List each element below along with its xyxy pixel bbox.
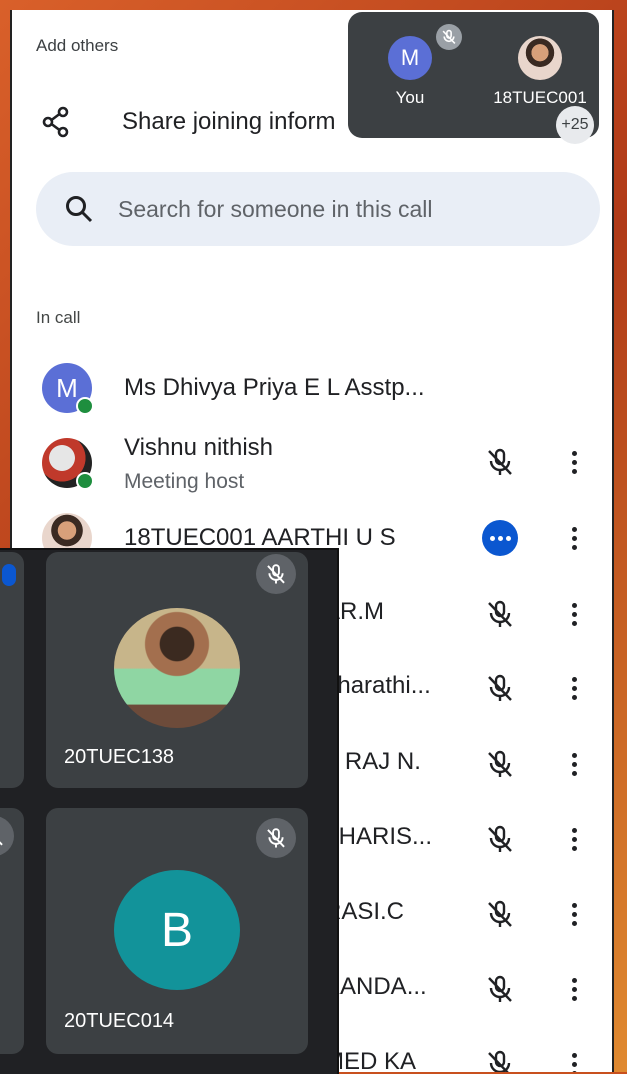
tile-participant-name: 20TUEC014 bbox=[64, 1010, 175, 1032]
avatar bbox=[114, 608, 240, 728]
avatar-initial: M bbox=[400, 45, 420, 70]
avatar-initial: B bbox=[160, 903, 193, 957]
share-icon bbox=[36, 102, 76, 142]
mic-off-icon bbox=[482, 596, 518, 632]
avatar: M bbox=[42, 363, 94, 415]
video-grid: 20TUEC138 B 20TUEC014 bbox=[0, 548, 339, 1074]
mic-off-icon bbox=[436, 24, 462, 50]
more-options-button[interactable] bbox=[562, 596, 586, 632]
more-options-button[interactable] bbox=[562, 670, 586, 706]
participant-name: THARIS... bbox=[324, 823, 433, 850]
video-tile[interactable]: B 20TUEC014 bbox=[46, 808, 308, 1054]
participant-row[interactable]: M Ms Dhivya Priya E L Asstp... bbox=[12, 356, 612, 420]
avatar: M bbox=[388, 36, 432, 80]
mic-off-icon bbox=[482, 1046, 518, 1072]
avatar bbox=[42, 438, 94, 490]
pip-self-label: You bbox=[395, 88, 425, 107]
search-input[interactable] bbox=[116, 194, 560, 224]
participant-name: Vishnu nithish bbox=[124, 434, 273, 461]
speaking-indicator bbox=[2, 564, 16, 586]
participant-name: bharathi... bbox=[324, 672, 431, 699]
more-options-button[interactable] bbox=[562, 746, 586, 782]
in-call-heading: In call bbox=[36, 308, 81, 327]
pip-participant-tile: 18TUEC001 bbox=[488, 36, 592, 108]
participant-role: Meeting host bbox=[124, 470, 245, 493]
mic-off-icon bbox=[482, 444, 518, 480]
more-options-button[interactable] bbox=[562, 1046, 586, 1072]
online-indicator bbox=[76, 397, 94, 415]
participant-name: KANDA... bbox=[324, 973, 427, 1000]
more-options-button[interactable] bbox=[562, 444, 586, 480]
mic-off-icon bbox=[482, 896, 518, 932]
extra-participants-badge: +25 bbox=[556, 106, 594, 144]
online-indicator bbox=[76, 472, 94, 490]
more-options-button[interactable] bbox=[562, 971, 586, 1007]
mic-off-icon bbox=[482, 821, 518, 857]
video-tile bbox=[0, 552, 24, 788]
mic-off-icon bbox=[256, 554, 296, 594]
share-joining-info-button[interactable]: Share joining inform bbox=[36, 100, 335, 144]
mic-off-icon bbox=[482, 971, 518, 1007]
more-options-button[interactable] bbox=[562, 821, 586, 857]
speaking-indicator bbox=[482, 520, 518, 556]
more-options-button[interactable] bbox=[562, 896, 586, 932]
participant-row[interactable]: Vishnu nithish Meeting host bbox=[12, 430, 612, 510]
participant-name: Ms Dhivya Priya E L Asstp... bbox=[124, 374, 425, 401]
share-joining-info-label: Share joining inform bbox=[122, 108, 336, 135]
mic-off-icon bbox=[0, 816, 14, 856]
avatar-initial: M bbox=[56, 372, 78, 403]
more-options-button[interactable] bbox=[562, 520, 586, 556]
tile-participant-name: 20TUEC138 bbox=[64, 746, 175, 768]
search-bar[interactable] bbox=[36, 172, 600, 246]
add-others-heading: Add others bbox=[36, 36, 119, 55]
self-view-pip[interactable]: M You 18TUEC001 +25 bbox=[348, 12, 599, 144]
pip-participant-label: 18TUEC001 bbox=[493, 88, 587, 107]
search-icon bbox=[62, 192, 96, 226]
mic-off-icon bbox=[482, 746, 518, 782]
video-tile bbox=[0, 808, 24, 1054]
video-tile[interactable]: 20TUEC138 bbox=[46, 552, 308, 788]
mic-off-icon bbox=[482, 670, 518, 706]
avatar: B bbox=[114, 870, 240, 990]
avatar bbox=[518, 36, 562, 80]
mic-off-icon bbox=[256, 818, 296, 858]
